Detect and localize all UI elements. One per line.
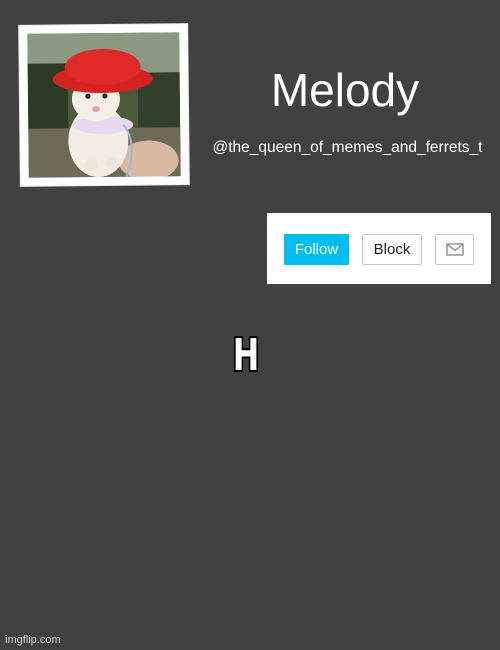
envelope-icon: [446, 243, 464, 256]
message-button[interactable]: [435, 234, 474, 265]
profile-action-panel: Follow Block: [267, 213, 491, 284]
follow-button[interactable]: Follow: [284, 234, 349, 265]
imgflip-watermark: imgflip.com: [5, 634, 61, 646]
profile-handle: @the_queen_of_memes_and_ferrets_t: [212, 139, 483, 156]
post-text: H: [232, 330, 260, 381]
profile-avatar[interactable]: [19, 24, 189, 186]
ferret-in-red-hat-image: [27, 32, 181, 178]
block-button[interactable]: Block: [362, 234, 422, 265]
profile-display-name: Melody: [270, 64, 420, 116]
